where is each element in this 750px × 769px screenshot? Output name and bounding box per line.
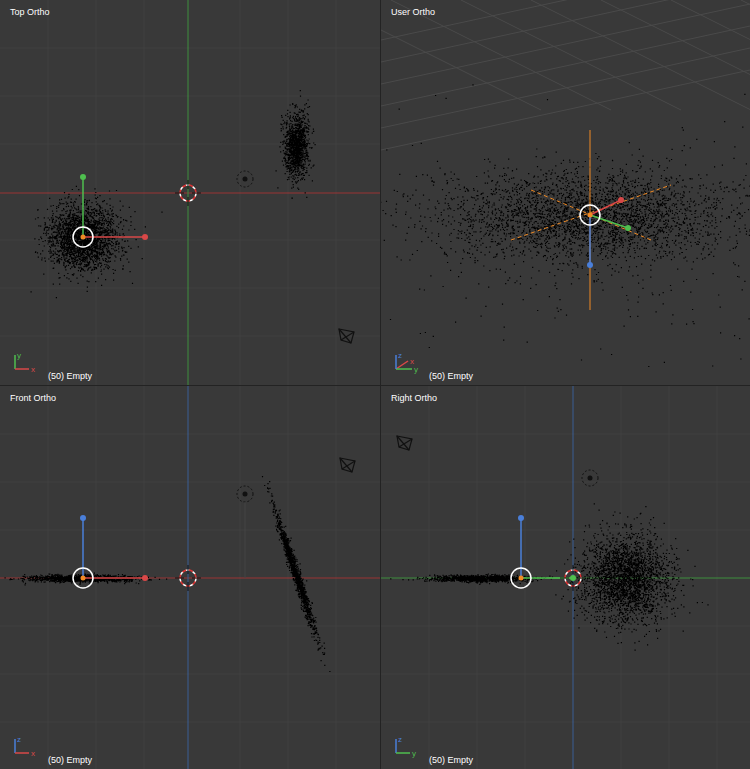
svg-text:z: z — [398, 735, 402, 744]
viewport-canvas[interactable] — [381, 386, 750, 769]
camera-icon[interactable] — [339, 329, 354, 343]
empty-object[interactable] — [73, 515, 148, 588]
viewport-label: Right Ortho — [391, 393, 437, 404]
svg-text:y: y — [414, 365, 418, 374]
axis-gizmo-icon: xyz — [391, 345, 427, 375]
viewport-canvas[interactable] — [0, 386, 380, 769]
svg-text:x: x — [31, 749, 35, 758]
point-cloud — [390, 573, 553, 585]
svg-text:z: z — [17, 735, 21, 744]
viewport-grid — [381, 386, 750, 769]
empty-object[interactable] — [511, 130, 671, 310]
viewport-footer: (50) Empty — [48, 371, 92, 382]
camera-icon[interactable] — [340, 458, 355, 472]
empty-sphere-icon[interactable] — [237, 486, 253, 502]
perspective-grid — [381, 0, 750, 150]
point-cloud — [555, 503, 708, 651]
axis-gizmo-icon: yx — [10, 345, 46, 375]
3d-cursor-icon[interactable] — [175, 565, 201, 591]
camera-icon[interactable] — [397, 436, 412, 450]
viewport-footer: (50) Empty — [48, 755, 92, 766]
viewport[interactable]: Top Orthoyx(50) Empty — [0, 0, 380, 385]
viewport-canvas[interactable] — [381, 0, 750, 385]
viewport-label: User Ortho — [391, 7, 435, 18]
viewport-grid — [0, 0, 380, 385]
svg-text:y: y — [412, 749, 416, 758]
svg-text:z: z — [398, 351, 402, 360]
viewport-footer: (50) Empty — [429, 371, 473, 382]
viewport-canvas[interactable] — [0, 0, 380, 385]
point-cloud — [262, 476, 331, 672]
axis-gizmo-icon: zx — [10, 729, 46, 759]
point-cloud — [276, 90, 316, 199]
svg-text:x: x — [31, 365, 35, 374]
viewport[interactable]: Front Orthozx(50) Empty — [0, 386, 380, 769]
3d-cursor-icon[interactable] — [560, 565, 586, 591]
svg-text:y: y — [17, 351, 21, 360]
blender-window: Top Orthoyx(50) EmptyUser Orthoxyz(50) E… — [0, 0, 750, 769]
viewport-footer: (50) Empty — [429, 755, 473, 766]
viewport[interactable]: Right Orthozy(50) Empty — [381, 386, 750, 769]
viewport-label: Top Ortho — [10, 7, 50, 18]
empty-object[interactable] — [73, 174, 148, 247]
empty-object[interactable] — [511, 515, 576, 588]
point-cloud — [31, 186, 163, 298]
empty-sphere-icon[interactable] — [237, 171, 253, 187]
empty-sphere-icon[interactable] — [582, 470, 598, 486]
3d-cursor-icon[interactable] — [175, 180, 201, 206]
axis-gizmo-icon: zy — [391, 729, 427, 759]
viewport[interactable]: User Orthoxyz(50) Empty — [381, 0, 750, 385]
viewport-label: Front Ortho — [10, 393, 56, 404]
point-cloud — [381, 74, 750, 385]
